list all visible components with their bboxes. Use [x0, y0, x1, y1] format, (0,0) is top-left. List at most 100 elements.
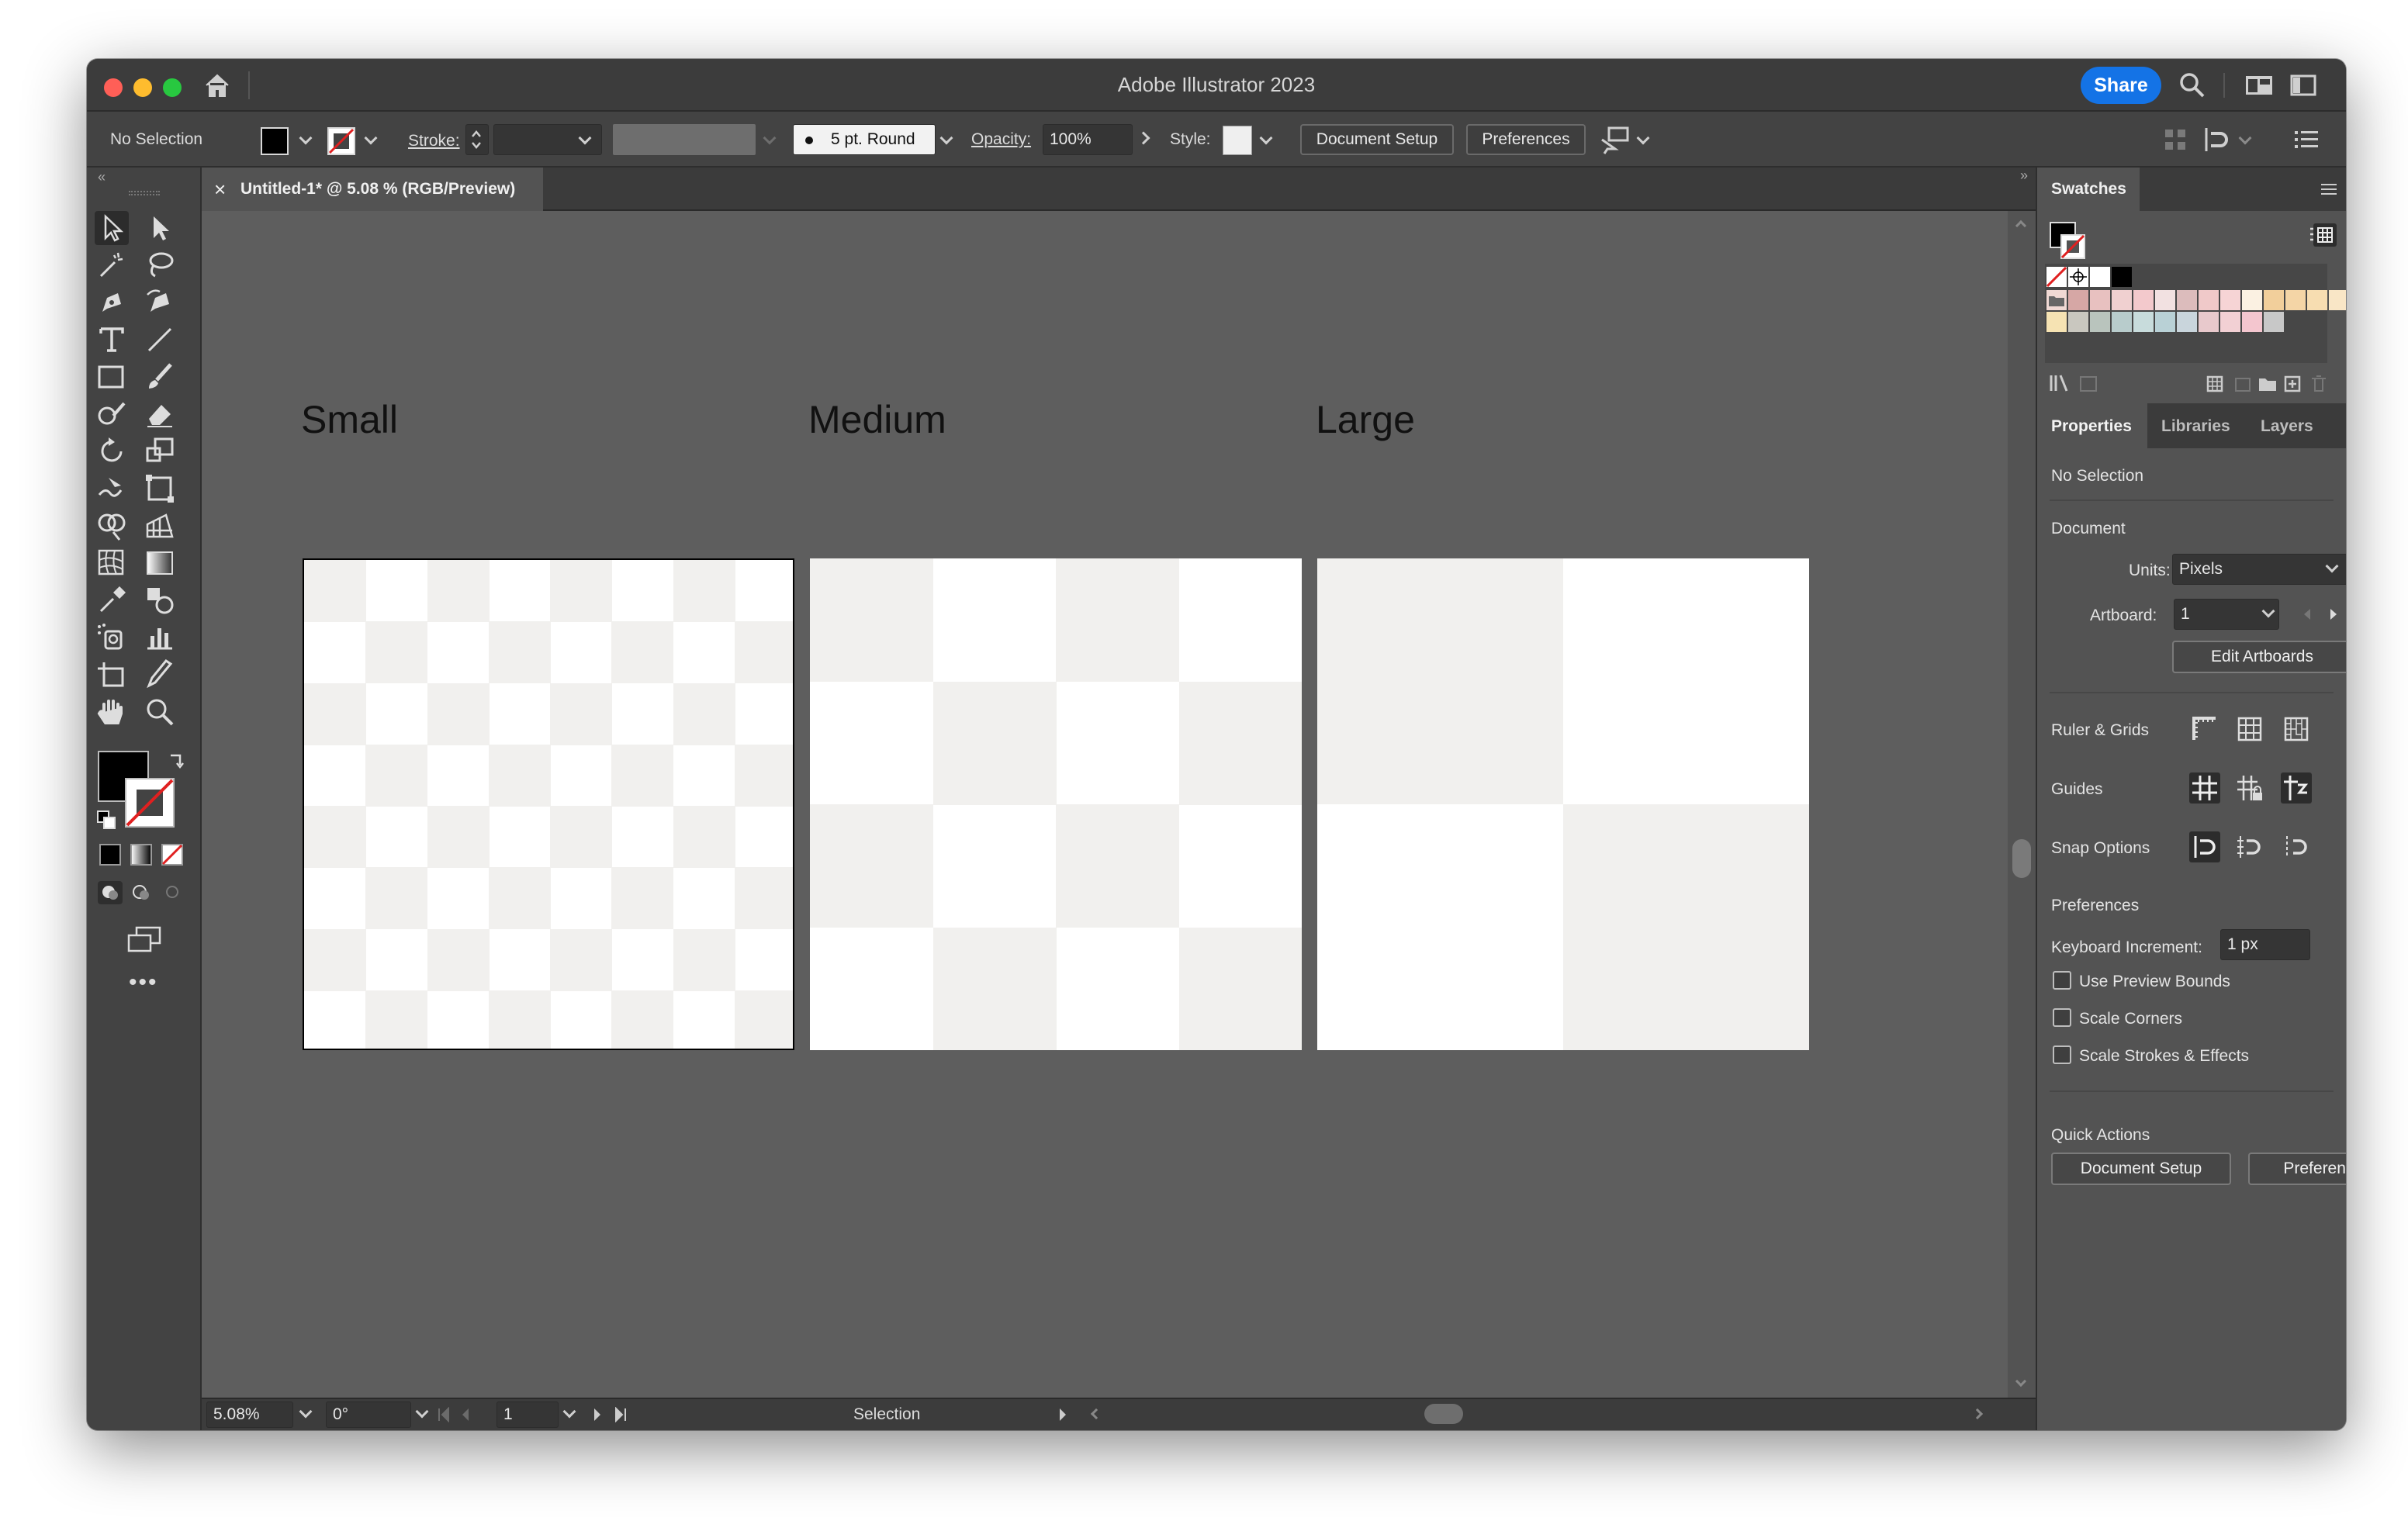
horizontal-scroll-thumb[interactable] [1424, 1404, 1463, 1424]
status-menu-icon[interactable] [1057, 1407, 1069, 1422]
swatch-actions-icons[interactable] [2050, 372, 2344, 394]
chevron-down-icon[interactable] [415, 1405, 429, 1419]
zoom-tool-icon[interactable] [143, 695, 177, 729]
color-swatch[interactable] [2155, 312, 2175, 332]
color-swatch[interactable] [2155, 290, 2175, 310]
curvature-tool-icon[interactable] [143, 285, 177, 320]
artboard-dropdown[interactable]: 1 [2174, 599, 2279, 630]
collapse-panel-icon[interactable]: « [98, 169, 106, 185]
default-fill-stroke-icon[interactable] [96, 810, 116, 830]
keyboard-increment-field[interactable]: 1 px [2220, 929, 2310, 960]
shaper-tool-icon[interactable] [95, 397, 129, 431]
artboard-nav-icons[interactable] [2301, 607, 2340, 622]
align-icon[interactable] [2163, 127, 2188, 152]
hand-tool-icon[interactable] [95, 695, 129, 729]
perspective-grid-tool-icon[interactable] [143, 509, 177, 543]
preferences-button[interactable]: Preferences [1466, 124, 1586, 155]
stroke-weight-stepper[interactable] [465, 124, 489, 155]
snap-icon[interactable] [2202, 126, 2233, 154]
fill-swatch[interactable] [261, 127, 289, 155]
color-swatch[interactable] [2264, 312, 2284, 332]
color-swatch[interactable] [2220, 290, 2240, 310]
lock-guides-icon[interactable] [2234, 772, 2265, 804]
gradient-mode-icon[interactable] [130, 844, 152, 866]
registration-swatch[interactable] [2068, 267, 2088, 287]
quick-document-setup-button[interactable]: Document Setup [2051, 1153, 2231, 1185]
arrange-documents-icon[interactable] [2245, 74, 2273, 96]
artboard-large[interactable] [1317, 558, 1809, 1050]
chevron-down-icon[interactable] [1636, 131, 1650, 145]
chevron-down-icon[interactable] [2238, 131, 2252, 145]
brush-definition[interactable]: 5 pt. Round [793, 124, 936, 155]
artboard-tool-icon[interactable] [95, 658, 129, 692]
line-segment-tool-icon[interactable] [143, 323, 177, 357]
grip-icon[interactable] [129, 191, 160, 195]
scale-tool-icon[interactable] [143, 434, 177, 468]
panel-menu-icon[interactable] [2295, 129, 2318, 150]
color-swatch[interactable] [2285, 290, 2306, 310]
eyedropper-tool-icon[interactable] [95, 583, 129, 617]
eraser-tool-icon[interactable] [143, 397, 177, 431]
swatch-stroke-indicator[interactable] [2060, 234, 2085, 259]
edit-artboards-button[interactable]: Edit Artboards [2172, 641, 2346, 673]
layers-tab[interactable]: Layers [2261, 417, 2313, 436]
artboard-number-field[interactable]: 1 [496, 1401, 559, 1428]
column-graph-tool-icon[interactable] [143, 620, 177, 655]
color-swatch[interactable] [2220, 312, 2240, 332]
slice-tool-icon[interactable] [143, 658, 177, 692]
none-swatch[interactable] [2046, 267, 2067, 287]
panel-menu-icon[interactable] [2321, 183, 2337, 195]
scroll-up-icon[interactable] [2015, 219, 2027, 232]
none-mode-icon[interactable] [161, 844, 183, 866]
shape-builder-tool-icon[interactable] [95, 509, 129, 543]
type-tool-icon[interactable] [95, 323, 129, 357]
selection-tool-icon[interactable] [95, 211, 129, 245]
chevron-down-icon[interactable] [299, 131, 313, 145]
blend-tool-icon[interactable] [143, 583, 177, 617]
stroke-color-box[interactable] [124, 777, 175, 828]
color-swatch[interactable] [2112, 267, 2132, 287]
grid-icon[interactable] [2234, 714, 2265, 745]
color-group-folder-icon[interactable] [2046, 290, 2067, 310]
opacity-label[interactable]: Opacity: [971, 130, 1031, 149]
color-swatch[interactable] [2199, 312, 2219, 332]
show-guides-toggle[interactable] [2189, 772, 2220, 804]
document-tab[interactable]: × Untitled-1* @ 5.08 % (RGB/Preview) [202, 168, 543, 211]
arrange-icon[interactable] [1600, 126, 1631, 155]
workspace-switcher-icon[interactable] [2290, 74, 2316, 96]
chevron-down-icon[interactable] [939, 131, 953, 145]
first-previous-artboard-icons[interactable] [438, 1407, 487, 1422]
units-dropdown[interactable]: Pixels [2172, 554, 2346, 585]
chevron-down-icon[interactable] [364, 131, 378, 145]
color-swatch[interactable] [2242, 290, 2262, 310]
snap-to-pixel-icon[interactable] [2234, 831, 2265, 862]
stroke-label[interactable]: Stroke: [408, 132, 460, 150]
chevron-down-icon[interactable] [1259, 131, 1273, 145]
more-tools-icon[interactable]: ••• [129, 969, 158, 996]
color-swatch[interactable] [2133, 290, 2154, 310]
color-swatch[interactable] [2090, 312, 2110, 332]
warp-tool-icon[interactable] [95, 472, 129, 506]
smart-guides-toggle[interactable] [2281, 772, 2312, 804]
color-swatch[interactable] [2068, 290, 2088, 310]
stroke-swatch[interactable] [327, 127, 355, 155]
screen-mode-icon[interactable] [126, 926, 163, 954]
canvas[interactable]: Small Medium Large [202, 211, 2008, 1398]
variable-width-profile[interactable] [613, 124, 756, 155]
color-swatch[interactable] [2177, 312, 2197, 332]
symbol-sprayer-tool-icon[interactable] [95, 620, 129, 655]
chevron-down-icon[interactable] [299, 1405, 313, 1419]
scroll-left-icon[interactable] [1090, 1408, 1102, 1420]
color-swatch[interactable] [2112, 312, 2132, 332]
share-button[interactable]: Share [2081, 67, 2161, 104]
color-swatch[interactable] [2242, 312, 2262, 332]
transparency-grid-icon[interactable] [2281, 714, 2312, 745]
close-tab-icon[interactable]: × [214, 168, 226, 211]
opacity-field[interactable]: 100% [1043, 124, 1133, 155]
ruler-icon[interactable] [2189, 714, 2220, 745]
artboard-medium[interactable] [810, 558, 1302, 1050]
color-swatch[interactable] [2307, 290, 2327, 310]
chevron-right-icon[interactable] [1137, 131, 1150, 145]
artboard-small[interactable] [303, 558, 794, 1050]
color-swatch[interactable] [2112, 290, 2132, 310]
